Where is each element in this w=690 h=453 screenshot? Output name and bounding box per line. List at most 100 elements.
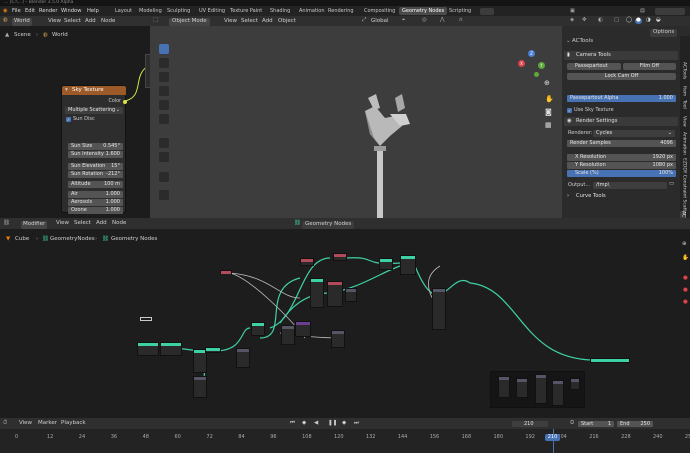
menu-window[interactable]: Window (61, 8, 81, 14)
jump-start-icon[interactable]: ⏮ (290, 420, 295, 427)
timeline-menu-playback[interactable]: Playback (61, 420, 86, 427)
camera-view-icon[interactable]: ◙ (545, 109, 552, 116)
tab-scatter[interactable]: EZDDY Constraint Scatter (681, 158, 687, 216)
workspace-tab[interactable]: Compositing (361, 7, 398, 15)
output-path-field[interactable]: /tmp\ (593, 182, 667, 189)
blender-logo-icon[interactable]: ◉ (3, 8, 8, 14)
sun-disc-checkbox[interactable]: ✓ (66, 117, 71, 122)
view-layer-field[interactable] (655, 7, 685, 15)
scene-icon[interactable]: ▣ (570, 8, 575, 14)
math-node-c[interactable] (331, 330, 345, 348)
viewport-menu-select[interactable]: Select (241, 18, 258, 25)
xray-icon[interactable]: ▢ (614, 17, 619, 24)
tab-view[interactable]: View (681, 116, 687, 127)
workspace-tab[interactable]: Layout (112, 7, 135, 15)
gizmo-y-axis[interactable]: Y (538, 62, 545, 69)
x-resolution-field[interactable]: X Resolution 1920 px (567, 154, 676, 161)
gizmo-z-axis[interactable]: Z (528, 50, 535, 57)
menu-file[interactable]: File (12, 8, 21, 14)
add-cube-tool-icon[interactable] (159, 172, 169, 182)
gizmo-neg-y[interactable] (534, 72, 539, 77)
frame-node-c[interactable] (535, 374, 547, 404)
frame-node-e[interactable] (570, 378, 580, 390)
color-output-socket[interactable] (123, 100, 127, 104)
reroute-node[interactable] (205, 347, 221, 353)
rendered-shading-icon[interactable]: ◒ (656, 17, 661, 24)
workspace-tab[interactable]: Geometry Nodes (399, 7, 448, 15)
tab-actools-top[interactable]: ACTools (681, 62, 687, 79)
snapping-icon[interactable]: ⋀ (440, 17, 445, 24)
frame-node-a[interactable] (498, 376, 510, 398)
annotate-tool-icon[interactable] (159, 138, 169, 148)
join-node[interactable] (379, 258, 393, 270)
prev-keyframe-icon[interactable]: ◆ (302, 420, 306, 427)
end-frame-field[interactable]: End 250 (617, 420, 653, 427)
transform-node[interactable] (160, 342, 182, 356)
lock-cam-off-button[interactable]: Lock Cam Off (567, 73, 676, 80)
viewport-menu-view[interactable]: View (224, 18, 237, 25)
record-icon[interactable]: ● (683, 299, 688, 306)
input-node-b[interactable] (333, 253, 347, 261)
sky-param-field[interactable]: Air 1.000 (68, 191, 123, 198)
jump-end-icon[interactable]: ⏭ (354, 420, 359, 427)
zoom-icon[interactable]: ⊕ (544, 80, 550, 87)
vector-node[interactable] (295, 321, 311, 337)
next-keyframe-icon[interactable]: ◆ (342, 420, 346, 427)
math-node-b[interactable] (281, 325, 295, 345)
3d-viewport[interactable]: ⬚ Object Mode View Select Add Object ⤢ G… (150, 16, 562, 218)
renderer-dropdown[interactable]: Cycles ⌄ (593, 130, 675, 137)
workspace-tab[interactable]: Animation (296, 7, 328, 15)
workspace-tab[interactable]: Texture Paint (227, 7, 265, 15)
sky-type-dropdown[interactable]: Multiple Scattering ⌄ (65, 107, 123, 114)
solid-shading-icon[interactable]: ● (635, 17, 642, 24)
realize-node[interactable] (400, 255, 416, 275)
frame-node-d[interactable] (552, 380, 564, 406)
view-object-types-icon[interactable]: ◈ (570, 17, 574, 24)
timeline-menu-view[interactable]: View (19, 420, 32, 427)
playhead-line[interactable] (552, 429, 554, 453)
select-box-tool-icon[interactable] (159, 44, 169, 54)
options-dropdown[interactable]: Options (650, 29, 678, 37)
geometry-node-editor[interactable]: ⛓ Modifier View Select Add Node ⛓ Geomet… (0, 218, 690, 418)
scale-percent-slider[interactable]: Scale (%) 100% (567, 170, 676, 177)
value-node-a[interactable] (220, 270, 232, 274)
record-icon[interactable]: ● (683, 287, 688, 294)
proportional-falloff-icon[interactable]: ∩ (459, 17, 463, 24)
timeline-ruler[interactable]: 0 12 24 36 48 60 72 84 96 108 120 132 144 156 168 180 19… (0, 429, 690, 453)
workspace-tab[interactable]: UV Editing (196, 7, 228, 15)
sky-texture-node-header[interactable]: ▾ Sky Texture (62, 86, 126, 95)
sky-param-field[interactable]: Altitude 100 m (68, 181, 123, 188)
workspace-tab[interactable]: Rendering (325, 7, 357, 15)
use-sky-checkbox[interactable]: ✓ (567, 108, 572, 113)
sky-param-field[interactable]: Sun Elevation 15° (68, 163, 123, 170)
curve-node[interactable] (310, 278, 324, 308)
timeline-editor-icon[interactable]: ⏱ (3, 420, 7, 427)
render-settings-header[interactable]: ◉ Render Settings (564, 117, 678, 126)
menu-render[interactable]: Render (39, 8, 57, 14)
viewport-menu-add[interactable]: Add (262, 18, 273, 25)
menu-help[interactable]: Help (87, 8, 99, 14)
playhead-frame-badge[interactable]: 210 (545, 434, 560, 441)
set-position-node[interactable] (251, 322, 265, 336)
object-mode-dropdown[interactable]: Object Mode (169, 18, 210, 26)
gizmo-x-axis[interactable]: X (518, 60, 525, 67)
workspace-tab[interactable]: Scripting (446, 7, 474, 15)
sky-param-field[interactable]: Sun Intensity 1.600 (68, 151, 123, 158)
start-frame-field[interactable]: Start 1 (578, 420, 614, 427)
sky-texture-node[interactable]: ▾ Sky Texture Color Multiple Scattering ⌄… (61, 85, 127, 214)
y-resolution-field[interactable]: Y Resolution 1080 px (567, 162, 676, 169)
rotate-tool-icon[interactable] (159, 86, 169, 96)
passepartout-toggle[interactable]: Passepartout (567, 63, 621, 70)
color-ramp-node[interactable] (327, 281, 343, 307)
measure-tool-icon[interactable] (159, 152, 169, 162)
film-off-button[interactable]: Film Off (623, 63, 676, 70)
input-node-a[interactable] (300, 258, 314, 266)
frame-label-node[interactable] (140, 317, 152, 321)
current-frame-field[interactable]: 210 (512, 420, 548, 427)
sky-param-field[interactable]: Ozone 1.000 (68, 207, 123, 214)
sky-param-field[interactable]: Aerosols 1.000 (68, 199, 123, 206)
editor-type-icon[interactable]: ⬚ (153, 17, 158, 24)
tab-item[interactable]: Item (681, 86, 687, 96)
transform-orientation-dropdown[interactable]: Global (371, 18, 389, 25)
wireframe-shading-icon[interactable]: ◯ (626, 17, 632, 24)
